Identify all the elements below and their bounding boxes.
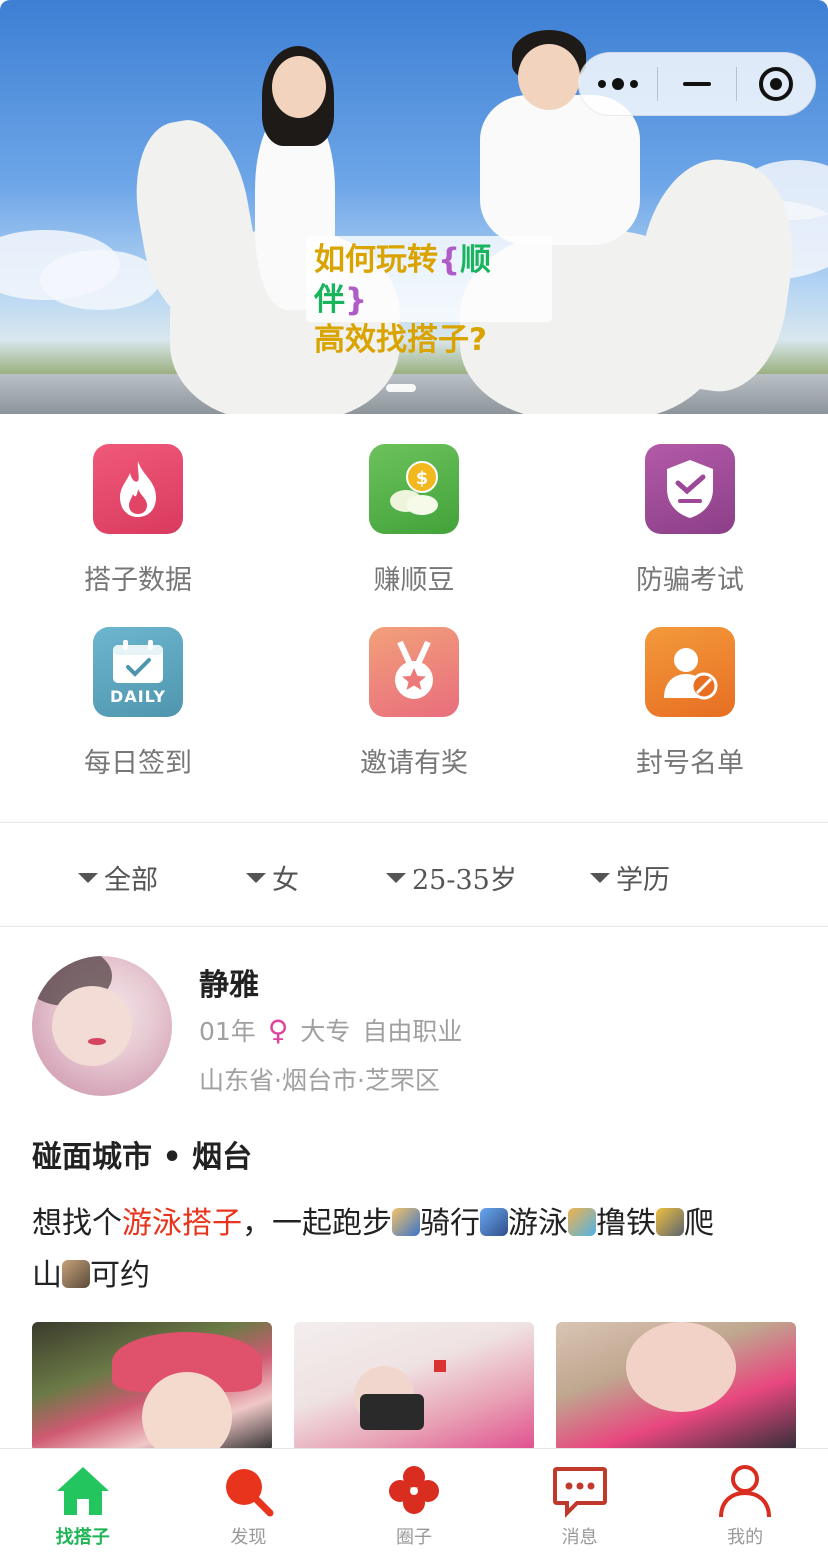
post-segment: 山	[32, 1258, 62, 1293]
avatar[interactable]	[32, 956, 172, 1096]
daily-badge-text: DAILY	[110, 686, 166, 706]
grid-item-earn-beans[interactable]: $ 赚顺豆	[276, 444, 552, 627]
grid-item-label: 搭子数据	[84, 565, 192, 596]
clover-icon	[388, 1466, 439, 1514]
tab-find-buddy[interactable]: 找搭子	[0, 1449, 166, 1560]
location: 山东省·烟台市·芝罘区	[199, 1066, 440, 1095]
occupation: 自由职业	[362, 1017, 463, 1046]
tab-circle[interactable]: 圈子	[331, 1449, 497, 1560]
banned-user-icon	[645, 627, 735, 717]
grid-item-label: 每日签到	[84, 748, 192, 779]
post-segment: 可约	[90, 1258, 150, 1293]
female-icon: ♀	[267, 1013, 289, 1047]
post-segment: 爬	[684, 1206, 714, 1241]
grid-item-buddy-data[interactable]: 搭子数据	[0, 444, 276, 627]
medal-icon	[369, 627, 459, 717]
post-segment: 撸铁	[596, 1206, 656, 1241]
filter-bar: 全部 女 25-35岁 学历	[0, 824, 828, 926]
chat-icon	[552, 1467, 607, 1518]
caption-line2: 高效找搭子?	[314, 322, 487, 358]
post-photo[interactable]	[294, 1322, 534, 1452]
caption-brace: }	[345, 282, 368, 318]
post-segment: 游泳	[508, 1206, 568, 1241]
tab-label: 圈子	[395, 1527, 432, 1548]
target-close-icon	[759, 67, 793, 101]
tab-label: 发现	[230, 1527, 267, 1548]
birth-year: 01年	[199, 1017, 256, 1046]
grid-item-label: 邀请有奖	[360, 748, 468, 779]
post-photo[interactable]	[32, 1322, 272, 1452]
filter-gender[interactable]: 女	[246, 858, 299, 897]
tab-messages[interactable]: 消息	[497, 1449, 663, 1560]
bottom-tab-bar: 找搭子 发现 圈子 消息 我的	[0, 1448, 828, 1560]
divider	[0, 926, 828, 927]
more-button[interactable]	[579, 53, 657, 115]
close-miniprogram-button[interactable]	[737, 53, 815, 115]
profile-meta: 01年 ♀ 大专 自由职业	[199, 1012, 462, 1048]
grid-item-label: 封号名单	[636, 748, 744, 779]
minimize-button[interactable]	[658, 53, 736, 115]
search-icon	[226, 1469, 274, 1517]
running-emoji-icon	[392, 1208, 420, 1236]
post-photo[interactable]	[556, 1322, 796, 1452]
flame-icon	[93, 444, 183, 534]
weightlifting-emoji-icon	[656, 1208, 684, 1236]
grid-item-banned-list[interactable]: 封号名单	[552, 627, 828, 810]
filter-education[interactable]: 学历	[590, 858, 670, 897]
tab-label: 消息	[561, 1527, 598, 1548]
dropdown-caret-icon	[78, 872, 98, 883]
filter-label: 学历	[616, 865, 670, 896]
more-dots-icon	[598, 78, 638, 90]
caption-text: 如何玩转	[314, 242, 438, 278]
hero-banner[interactable]: 如何玩转{顺伴} 高效找搭子?	[0, 0, 828, 414]
dropdown-caret-icon	[386, 872, 406, 883]
profile-name[interactable]: 静雅	[199, 960, 259, 1004]
education: 大专	[300, 1017, 351, 1046]
bicycle-emoji-icon	[480, 1208, 508, 1236]
filter-age[interactable]: 25-35岁	[386, 858, 517, 897]
grid-item-label: 防骗考试	[636, 565, 744, 596]
home-icon	[56, 1467, 109, 1515]
user-icon	[719, 1465, 772, 1518]
divider	[0, 822, 828, 823]
post-highlight: 游泳搭子	[122, 1206, 242, 1241]
grid-item-daily-checkin[interactable]: DAILY 每日签到	[0, 627, 276, 810]
post-segment: 骑行	[420, 1206, 480, 1241]
dropdown-caret-icon	[246, 872, 266, 883]
feature-grid: 搭子数据 $ 赚顺豆 防骗考试 DAILY 每日签到 邀请有奖 封号名单	[0, 414, 828, 822]
grid-item-label: 赚顺豆	[373, 565, 455, 596]
filter-label: 25-35岁	[412, 865, 517, 896]
filter-label: 全部	[104, 865, 158, 896]
coin-beans-icon: $	[369, 444, 459, 534]
filter-label: 女	[272, 865, 299, 896]
caption-brace: {	[438, 242, 461, 278]
post-segment: ，一起跑步	[242, 1206, 392, 1241]
grid-item-invite-reward[interactable]: 邀请有奖	[276, 627, 552, 810]
post-text[interactable]: 想找个游泳搭子，一起跑步 骑行 游泳 撸铁爬山可约	[32, 1198, 792, 1302]
filter-all[interactable]: 全部	[78, 858, 158, 897]
tab-label: 我的	[727, 1527, 764, 1548]
shield-check-icon	[645, 444, 735, 534]
miniprogram-capsule	[578, 52, 816, 116]
grid-item-anti-fraud-exam[interactable]: 防骗考试	[552, 444, 828, 627]
tab-label: 找搭子	[55, 1527, 110, 1548]
climbing-emoji-icon	[62, 1260, 90, 1288]
minimize-icon	[683, 82, 711, 86]
post-segment: 想找个	[32, 1206, 122, 1241]
daily-calendar-icon: DAILY	[93, 627, 183, 717]
banner-caption: 如何玩转{顺伴} 高效找搭子?	[306, 236, 552, 358]
svg-text:$: $	[416, 468, 429, 489]
tab-mine[interactable]: 我的	[662, 1449, 828, 1560]
tab-discover[interactable]: 发现	[166, 1449, 332, 1560]
carousel-indicator[interactable]	[386, 384, 416, 392]
swimming-emoji-icon	[568, 1208, 596, 1236]
meet-city: 碰面城市 • 烟台	[32, 1140, 253, 1175]
dropdown-caret-icon	[590, 872, 610, 883]
